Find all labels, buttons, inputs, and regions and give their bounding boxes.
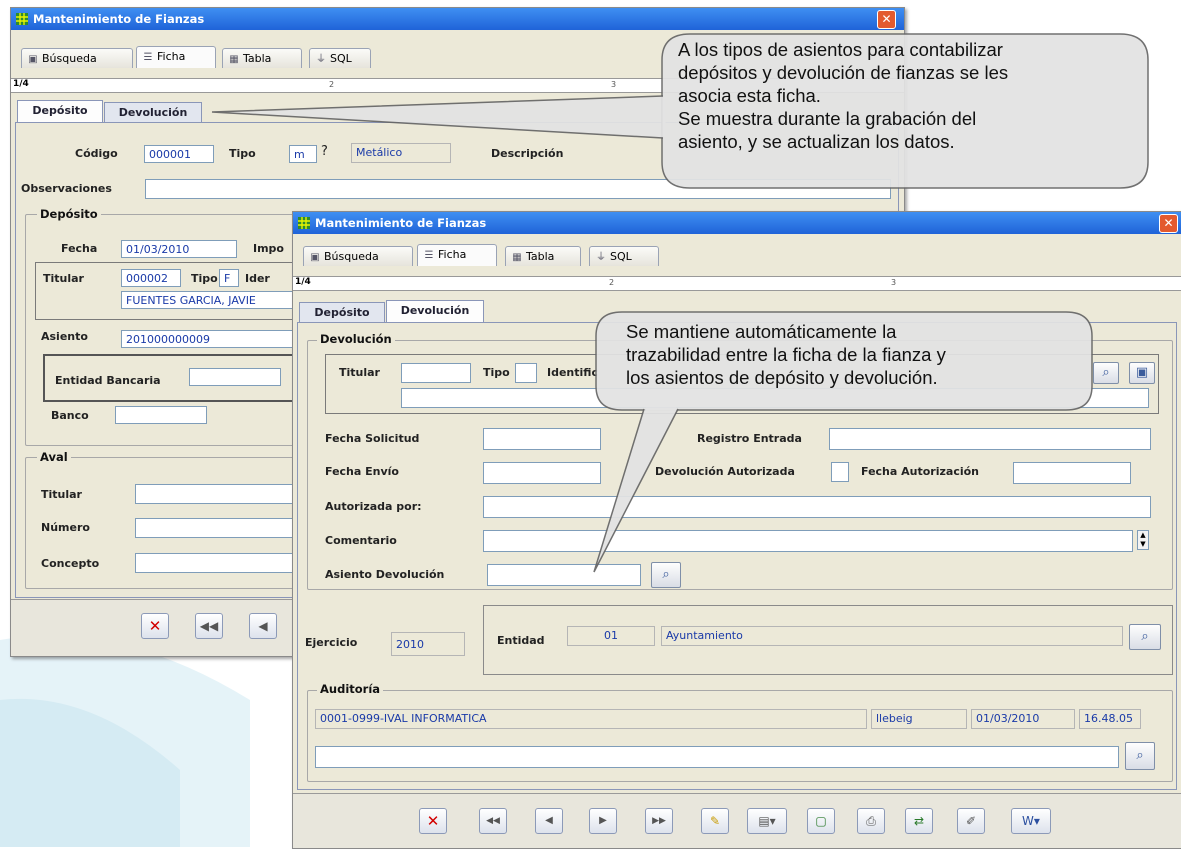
titular-tipo-label: Tipo — [191, 272, 218, 285]
app-grid-icon — [16, 13, 28, 25]
callout-1: A los tipos de asientos para contabiliza… — [200, 20, 1160, 190]
record-ruler-2: 1/4 2 3 — [293, 276, 1181, 291]
last-record-button-2[interactable]: ▶▶ — [645, 808, 673, 834]
export-button-2[interactable]: ⇄ — [905, 808, 933, 834]
tab-busqueda[interactable]: ▣ Búsqueda — [21, 48, 133, 68]
deposito-group-title: Depósito — [37, 207, 101, 221]
aval-concepto-label: Concepto — [41, 557, 100, 570]
asiento-devolucion-label: Asiento Devolución — [325, 568, 445, 581]
dev-titular-options-button[interactable]: ▣ — [1129, 362, 1155, 384]
word-button-2[interactable]: W▾ — [1011, 808, 1051, 834]
form-icon: ☰ — [424, 250, 434, 261]
callout-2: Se mantiene automáticamente la trazabili… — [580, 300, 1120, 590]
window-title: Mantenimiento de Fianzas — [33, 12, 205, 26]
previous-record-button[interactable]: ◀ — [249, 613, 277, 639]
close-button-2[interactable]: ✕ — [1159, 214, 1178, 233]
aval-concepto-field[interactable] — [135, 553, 305, 573]
entidad-search-button[interactable]: ⌕ — [1129, 624, 1161, 650]
comentario-label: Comentario — [325, 534, 397, 547]
subtab-deposito-2[interactable]: Depósito — [299, 302, 385, 322]
entidad-code-field: 01 — [567, 626, 655, 646]
fecha-label: Fecha — [61, 242, 98, 255]
main-tabs-2: ▣ Búsqueda ☰ Ficha ▦ Tabla ⏚ SQL — [293, 244, 1181, 268]
entidad-label: Entidad — [497, 634, 545, 647]
subtab-deposito[interactable]: Depósito — [17, 100, 103, 122]
dev-titular-label: Titular — [339, 366, 380, 379]
clipboard-button-2[interactable]: ▤▾ — [747, 808, 787, 834]
titular-code-field[interactable]: 000002 — [121, 269, 181, 287]
print-button-2[interactable]: ⎙ — [857, 808, 885, 834]
binoculars-icon: ▣ — [310, 252, 320, 263]
dev-tipo-field[interactable] — [515, 363, 537, 383]
auditoria-group — [307, 690, 1173, 782]
aval-titular-label: Titular — [41, 488, 82, 501]
subtab-devolucion-2[interactable]: Devolución — [386, 300, 484, 322]
banco-field[interactable] — [115, 406, 207, 424]
delete-button[interactable]: ✕ — [141, 613, 169, 639]
entidad-name-field: Ayuntamiento — [661, 626, 1123, 646]
ejercicio-label: Ejercicio — [305, 636, 358, 649]
autorizada-por-label: Autorizada por: — [325, 500, 422, 513]
binoculars-icon: ▣ — [28, 54, 38, 65]
edit-button-2[interactable]: ✎ — [701, 808, 729, 834]
devolucion-group-title: Devolución — [317, 332, 395, 346]
form-icon: ☰ — [143, 52, 153, 63]
tab-sql-2[interactable]: ⏚ SQL — [589, 246, 659, 266]
subtab-devolucion[interactable]: Devolución — [104, 102, 202, 122]
first-record-button[interactable]: ◀◀ — [195, 613, 223, 639]
ejercicio-field: 2010 — [391, 632, 465, 656]
aval-group-title: Aval — [37, 450, 71, 464]
auditoria-empresa-field: 0001-0999-IVAL INFORMATICA — [315, 709, 867, 729]
observaciones-label: Observaciones — [21, 182, 112, 195]
dev-tipo-label: Tipo — [483, 366, 510, 379]
aval-numero-field[interactable] — [135, 518, 305, 538]
tab-busqueda-2[interactable]: ▣ Búsqueda — [303, 246, 413, 266]
delete-button-2[interactable]: ✕ — [419, 808, 447, 834]
titular-name-field[interactable]: FUENTES GARCIA, JAVIE — [121, 291, 295, 309]
auditoria-search-button[interactable]: ⌕ — [1125, 742, 1155, 770]
app-grid-icon — [298, 217, 310, 229]
asiento-label: Asiento — [41, 330, 88, 343]
banco-label: Banco — [51, 409, 89, 422]
new-document-button-2[interactable]: ▢ — [807, 808, 835, 834]
callout-2-text: Se mantiene automáticamente la trazabili… — [626, 321, 946, 388]
aval-numero-label: Número — [41, 521, 90, 534]
fecha-solicitud-label: Fecha Solicitud — [325, 432, 420, 445]
aval-titular-field[interactable] — [135, 484, 305, 504]
next-record-button-2[interactable]: ▶ — [589, 808, 617, 834]
fecha-field[interactable]: 01/03/2010 — [121, 240, 237, 258]
first-record-button-2[interactable]: ◀◀ — [479, 808, 507, 834]
filter-icon: ⏚ — [596, 252, 606, 263]
auditoria-extra-field[interactable] — [315, 746, 1119, 768]
fecha-envio-label: Fecha Envío — [325, 465, 399, 478]
attach-button-2[interactable]: ✐ — [957, 808, 985, 834]
callout-1-text: A los tipos de asientos para contabiliza… — [678, 39, 1009, 152]
entidad-bancaria-field[interactable] — [189, 368, 281, 386]
importe-label: Impo — [253, 242, 284, 255]
auditoria-usuario-field: llebeig — [871, 709, 967, 729]
tab-ficha-2[interactable]: ☰ Ficha — [417, 244, 497, 266]
entidad-bancaria-label: Entidad Bancaria — [55, 374, 161, 387]
previous-record-button-2[interactable]: ◀ — [535, 808, 563, 834]
auditoria-fecha-field: 01/03/2010 — [971, 709, 1075, 729]
tab-tabla-2[interactable]: ▦ Tabla — [505, 246, 581, 266]
auditoria-group-title: Auditoría — [317, 682, 384, 696]
dev-titular-code-field[interactable] — [401, 363, 471, 383]
comentario-scroll-spinner[interactable]: ▲ ▼ — [1137, 530, 1149, 550]
window-title-2: Mantenimiento de Fianzas — [315, 216, 487, 230]
auditoria-hora-field: 16.48.05 — [1079, 709, 1141, 729]
title-bar-2: Mantenimiento de Fianzas ✕ — [293, 212, 1181, 234]
codigo-label: Código — [75, 147, 118, 160]
titular-tipo-field[interactable]: F — [219, 269, 239, 287]
table-icon: ▦ — [512, 252, 522, 263]
titular-label: Titular — [43, 272, 84, 285]
asiento-field[interactable]: 201000000009 — [121, 330, 295, 348]
ident-label: Ider — [245, 272, 270, 285]
